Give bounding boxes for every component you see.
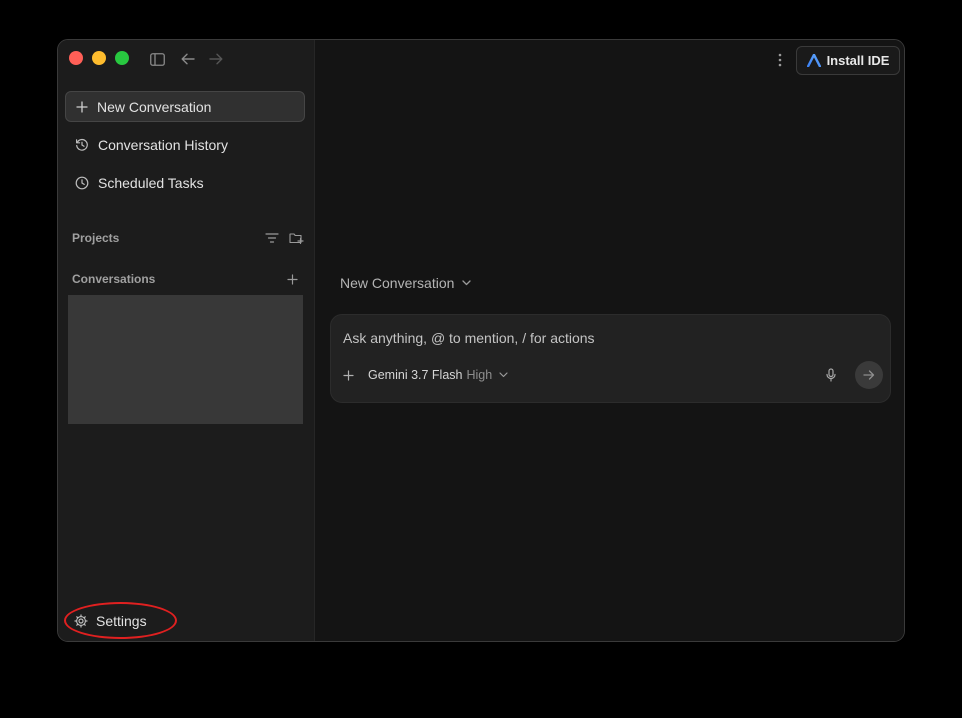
conversation-title-dropdown[interactable]: New Conversation [340, 275, 472, 291]
highlight-annotation [64, 602, 177, 639]
more-options-icon[interactable] [772, 50, 788, 70]
app-logo-icon [806, 54, 821, 67]
plus-icon [76, 100, 88, 113]
prompt-toolbar: Gemini 3.7 Flash High [343, 361, 883, 389]
main-panel: Install IDE New Conversation Gemini 3.7 … [315, 40, 904, 641]
model-name: Gemini 3.7 Flash [368, 368, 463, 382]
attach-plus-icon[interactable] [343, 369, 354, 381]
back-arrow-icon[interactable] [179, 50, 197, 68]
conversations-section-header: Conversations [72, 270, 304, 288]
sidebar: New Conversation Conversation History Sc… [58, 40, 315, 641]
conversations-list-placeholder [68, 295, 303, 424]
chevron-down-icon [462, 280, 472, 286]
prompt-input[interactable] [343, 330, 843, 346]
arrow-right-icon [863, 370, 875, 380]
model-selector[interactable]: Gemini 3.7 Flash High [368, 368, 508, 382]
new-conversation-label: New Conversation [97, 98, 212, 115]
projects-label: Projects [72, 231, 120, 245]
sidebar-toggle-icon[interactable] [148, 50, 166, 68]
forward-arrow-icon[interactable] [207, 50, 225, 68]
install-ide-label: Install IDE [826, 53, 890, 68]
history-icon [76, 138, 88, 151]
send-button[interactable] [855, 361, 883, 389]
app-window: New Conversation Conversation History Sc… [57, 39, 905, 642]
window-controls [69, 51, 129, 65]
clock-icon [75, 176, 89, 189]
add-conversation-icon[interactable] [287, 273, 298, 285]
projects-section-header: Projects [72, 229, 304, 247]
model-level: High [466, 368, 493, 382]
microphone-icon[interactable] [823, 365, 839, 385]
prompt-box: Gemini 3.7 Flash High [330, 314, 891, 403]
zoom-window-button[interactable] [115, 51, 129, 65]
scheduled-tasks-label: Scheduled Tasks [98, 174, 204, 191]
install-ide-button[interactable]: Install IDE [796, 46, 900, 75]
conversation-history-button[interactable]: Conversation History [65, 129, 305, 160]
filter-icon[interactable] [265, 233, 279, 243]
close-window-button[interactable] [69, 51, 83, 65]
conversations-label: Conversations [72, 272, 156, 286]
conversation-title: New Conversation [340, 275, 455, 291]
conversation-history-label: Conversation History [98, 136, 228, 153]
scheduled-tasks-button[interactable]: Scheduled Tasks [65, 167, 305, 198]
new-folder-icon[interactable] [289, 232, 304, 244]
chevron-down-icon [499, 372, 508, 378]
minimize-window-button[interactable] [92, 51, 106, 65]
new-conversation-button[interactable]: New Conversation [65, 91, 305, 122]
